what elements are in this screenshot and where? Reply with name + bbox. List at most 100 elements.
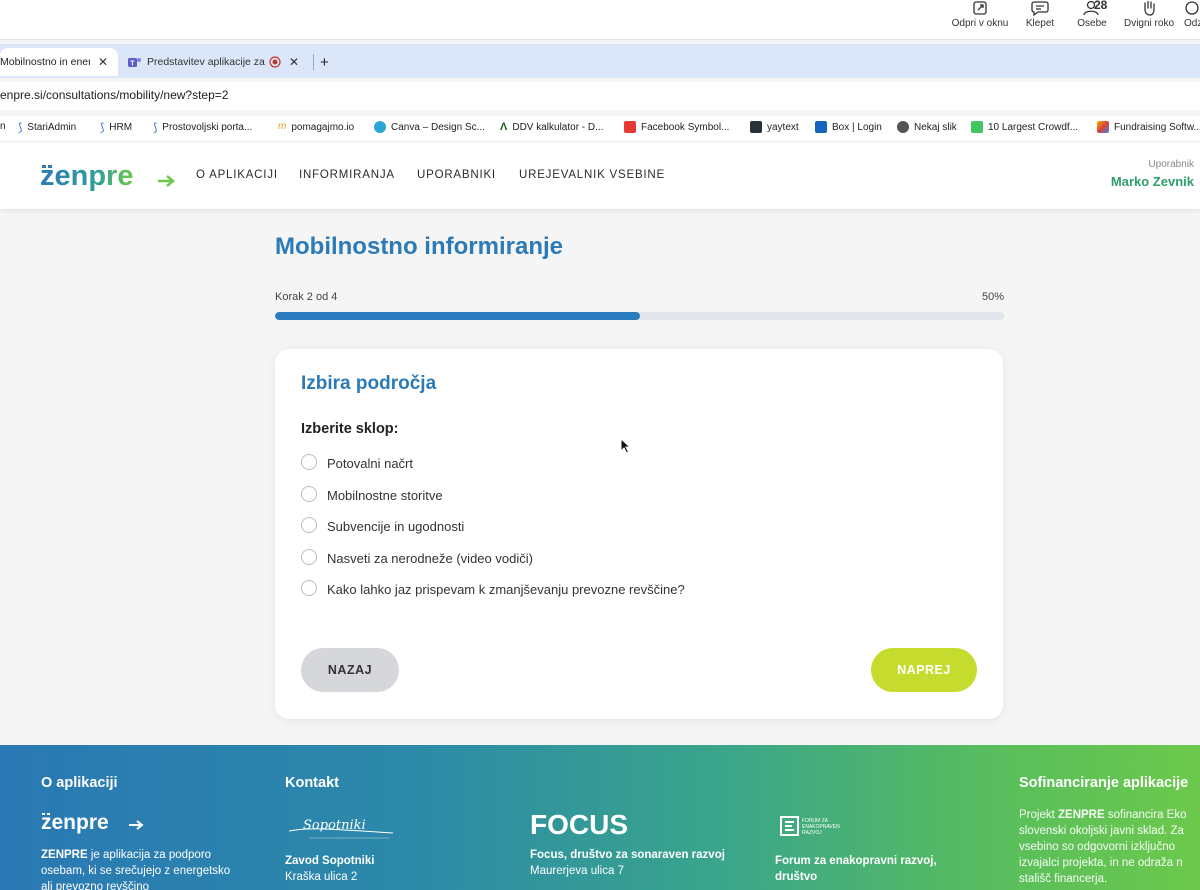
chat-button[interactable]: Klepet xyxy=(1022,0,1058,40)
footer-forum-text: Forum za enakopravni razvoj, društvo xyxy=(775,853,937,885)
close-tab-icon[interactable]: ✕ xyxy=(289,55,299,69)
people-button[interactable]: 28 Osebe xyxy=(1072,0,1112,40)
funding-line3: vsebino so odgovorni izključno xyxy=(1019,841,1175,853)
globe-icon xyxy=(897,121,909,133)
option-label[interactable]: Kako lahko jaz prispevam k zmanjševanju … xyxy=(327,582,685,597)
option-label[interactable]: Nasveti za nerodneže (video vodiči) xyxy=(327,551,533,566)
site-footer: O aplikaciji zenpre ZENPRE je aplikacija… xyxy=(0,745,1200,890)
page-title: Mobilnostno informiranje xyxy=(275,233,563,260)
open-in-window-icon xyxy=(973,1,987,15)
nav-o-aplikaciji[interactable]: O APLIKACIJI xyxy=(196,169,278,181)
option-mobilnostne-storitve[interactable]: Mobilnostne storitve xyxy=(301,486,443,503)
funding-line1b: sofinancira Eko xyxy=(1104,809,1187,821)
user-name[interactable]: Marko Zevnik xyxy=(1111,174,1194,189)
funding-line2: slovenski okoljski javni sklad. Za xyxy=(1019,825,1184,837)
tab-mobilnostno[interactable]: Mobilnostno in ener ✕ xyxy=(0,48,118,76)
bookmark-item[interactable]: Box | Login xyxy=(815,121,882,133)
bookmark-item[interactable]: yaytext xyxy=(750,121,799,133)
focus-address: Maurerjeva ulica 7 xyxy=(530,865,624,877)
bookmark-label: n xyxy=(0,121,6,132)
raise-hand-button[interactable]: Dvigni roko xyxy=(1120,0,1178,40)
new-tab-icon[interactable]: + xyxy=(320,48,334,76)
bookmark-s-icon: ⟆ xyxy=(18,122,23,134)
meeting-toolbar: Odpri v oknu Klepet 28 Osebe Dvigni roko… xyxy=(0,0,1200,40)
radio-button[interactable] xyxy=(301,580,317,596)
footer-about-text: ZENPRE je aplikacija za podporo osebam, … xyxy=(41,847,266,890)
people-label: Osebe xyxy=(1077,18,1107,29)
bookmark-label: Canva – Design Sc... xyxy=(391,121,485,133)
open-in-window-label: Odpri v oknu xyxy=(951,18,1009,29)
area-selection-card: Izbira področja Izberite sklop: Potovaln… xyxy=(275,349,1003,719)
nav-uporabniki[interactable]: UPORABNIKI xyxy=(417,169,496,181)
tab-title: Predstavitev aplikacije za xyxy=(147,56,265,68)
nav-informiranja[interactable]: INFORMIRANJA xyxy=(299,169,395,181)
bookmark-label: Nekaj slik xyxy=(914,121,957,133)
bookmark-item[interactable]: m pomagajmo.io xyxy=(278,121,354,133)
url-text[interactable]: enpre.si/consultations/mobility/new?step… xyxy=(0,88,228,102)
bookmark-item[interactable]: n xyxy=(0,121,6,132)
radio-button[interactable] xyxy=(301,486,317,502)
footer-about-heading: O aplikaciji xyxy=(41,775,118,791)
bookmark-item[interactable]: ⟆ HRM xyxy=(100,121,132,135)
radio-button[interactable] xyxy=(301,517,317,533)
teams-icon: T xyxy=(128,57,141,67)
bookmark-m-icon: m xyxy=(278,121,287,132)
bookmarks-bar: n ⟆ StariAdmin ⟆ HRM ⟆ Prostovoljski porta.… xyxy=(0,116,1200,140)
footer-contact-text: Zavod Sopotniki Kraška ulica 2 xyxy=(285,853,374,885)
bookmark-item[interactable]: ⟆ StariAdmin xyxy=(18,121,77,135)
chat-icon xyxy=(1031,1,1049,16)
bookmark-item[interactable]: Facebook Symbol... xyxy=(624,121,729,133)
option-subvencije[interactable]: Subvencije in ugodnosti xyxy=(301,517,464,534)
nav-urejevalnik-vsebine[interactable]: UREJEVALNIK VSEBINE xyxy=(519,169,665,181)
address-bar[interactable]: enpre.si/consultations/mobility/new?step… xyxy=(0,82,1200,110)
funding-line1a: Projekt xyxy=(1019,809,1058,821)
svg-text:Sopotniki: Sopotniki xyxy=(303,818,366,833)
focus-logo: FOCUS xyxy=(530,809,628,839)
back-button[interactable]: NAZAJ xyxy=(301,648,399,692)
bookmark-label: DDV kalkulator - D... xyxy=(512,121,604,133)
close-tab-icon[interactable]: ✕ xyxy=(98,55,108,69)
bookmark-label: pomagajmo.io xyxy=(291,121,355,133)
option-nasveti[interactable]: Nasveti za nerodneže (video vodiči) xyxy=(301,549,533,566)
option-label[interactable]: Potovalni načrt xyxy=(327,456,413,471)
bookmark-label: StariAdmin xyxy=(27,121,77,133)
tab-separator xyxy=(313,54,314,70)
browser-tab-strip: Mobilnostno in ener ✕ T Predstavitev apl… xyxy=(0,44,1200,78)
bookmark-label: 10 Largest Crowdf... xyxy=(988,121,1079,133)
option-potovalni-nacrt[interactable]: Potovalni načrt xyxy=(301,454,413,471)
option-prispevam[interactable]: Kako lahko jaz prispevam k zmanjševanju … xyxy=(301,580,685,597)
bookmark-item[interactable]: ⟆ Prostovoljski porta... xyxy=(153,121,252,135)
react-button[interactable]: Odz xyxy=(1184,0,1200,40)
people-count: 28 xyxy=(1094,0,1108,12)
radio-button[interactable] xyxy=(301,549,317,565)
bookmark-item[interactable]: Λ DDV kalkulator - D... xyxy=(500,121,603,133)
ddv-icon: Λ xyxy=(500,121,508,133)
card-title: Izbira področja xyxy=(301,373,437,394)
step-label: Korak 2 od 4 xyxy=(275,291,338,303)
contact-name: Zavod Sopotniki xyxy=(285,855,375,867)
forum-name-line1: Forum za enakopravni razvoj, xyxy=(775,855,937,867)
svg-text:zenpre: zenpre xyxy=(40,160,133,191)
bookmark-item[interactable]: 10 Largest Crowdf... xyxy=(971,121,1078,133)
option-label[interactable]: Subvencije in ugodnosti xyxy=(327,519,464,534)
footer-funding-heading: Sofinanciranje aplikacije xyxy=(1019,775,1189,791)
next-button[interactable]: NAPREJ xyxy=(871,648,977,692)
progress-bar xyxy=(275,312,1004,320)
bookmark-item[interactable]: Fundraising Softw... xyxy=(1097,121,1200,133)
bookmark-s-icon: ⟆ xyxy=(153,122,158,134)
site-header: zenpre O APLIKACIJI INFORMIRANJA UPORABN… xyxy=(0,143,1200,209)
option-label[interactable]: Mobilnostne storitve xyxy=(327,488,443,503)
radio-button[interactable] xyxy=(301,454,317,470)
raise-hand-icon xyxy=(1144,0,1155,16)
open-in-window-button[interactable]: Odpri v oknu xyxy=(950,0,1010,40)
zenpre-logo[interactable]: zenpre xyxy=(40,155,176,196)
user-role: Uporabnik xyxy=(1148,159,1194,170)
bookmark-item[interactable]: Nekaj slik xyxy=(897,121,957,133)
focus-name: Focus, društvo za sonaraven razvoj xyxy=(530,849,725,861)
footer-about-brand: ZENPRE xyxy=(41,849,88,861)
bookmark-label: Box | Login xyxy=(832,121,882,133)
chat-label: Klepet xyxy=(1025,18,1055,29)
bookmark-label: Fundraising Softw... xyxy=(1114,121,1200,133)
bookmark-item[interactable]: Canva – Design Sc... xyxy=(374,121,485,133)
tab-predstavitev[interactable]: T Predstavitev aplikacije za ✕ xyxy=(128,48,308,76)
